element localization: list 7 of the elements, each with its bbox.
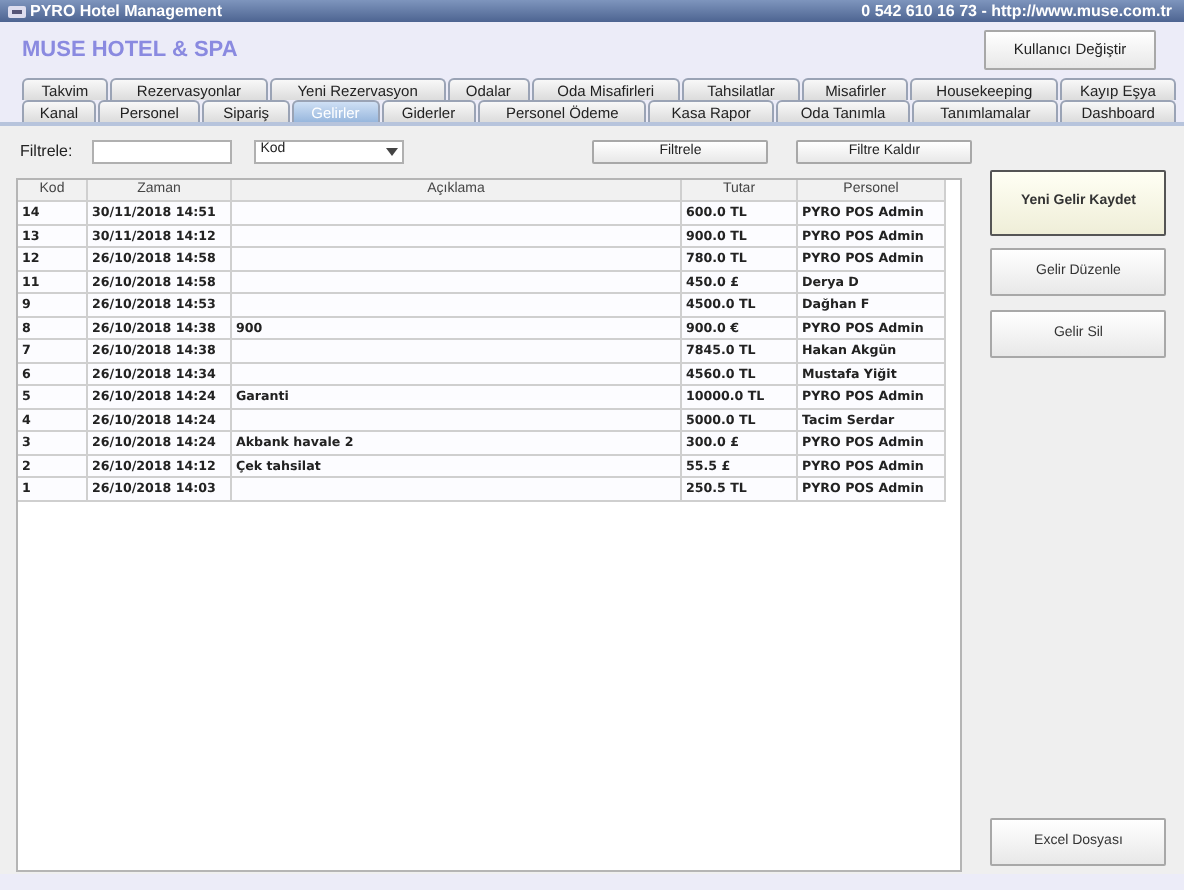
contact-info: 0 542 610 16 73 - http://www.muse.com.tr: [861, 0, 1172, 22]
window-title: PYRO Hotel Management: [30, 0, 223, 22]
filter-input-field[interactable]: [92, 139, 233, 163]
hotel-name: MUSE HOTEL & SPA: [22, 35, 238, 66]
filter-label: Filtrele:: [20, 139, 73, 163]
dropdown-caret-icon: [386, 147, 399, 155]
app-icon: [8, 3, 26, 19]
